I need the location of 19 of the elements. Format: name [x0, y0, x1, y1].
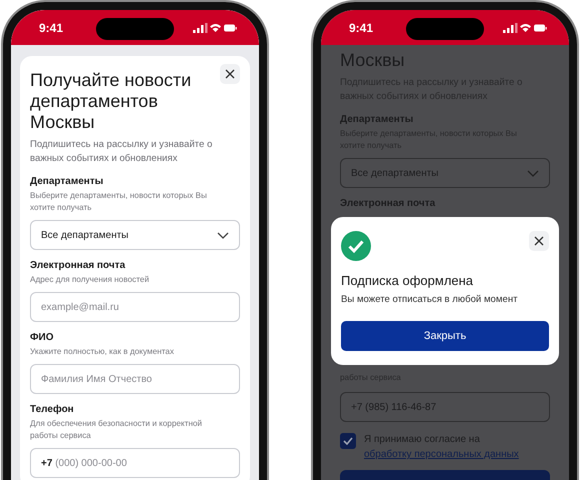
department-select[interactable]: Все департаменты [30, 220, 240, 250]
close-dialog-button[interactable]: Закрыть [341, 321, 549, 351]
dialog-text: Вы можете отписаться в любой момент [341, 294, 519, 305]
field-hint: Выберите департаменты, новости которых Вы хотите получать [30, 190, 208, 214]
field-hint: Адрес для получения новостей [30, 274, 150, 286]
field-label: Электронная почта [30, 260, 126, 271]
field-label: Департаменты [30, 176, 104, 187]
input-field[interactable]: example@mail.ru [30, 292, 240, 322]
dialog-title: Подписка оформлена [341, 273, 474, 288]
input-field[interactable]: Фамилия Имя Отчество [30, 364, 240, 394]
field-label: Телефон [30, 404, 75, 415]
card-subtitle: Подпишитесь на рассылку и узнавайте о важных событиях и обновлениях [30, 138, 214, 166]
phone-field[interactable]: +7 (000) 000-00-00 [30, 448, 240, 478]
field-hint: Для обеспечения безопасности и корректной работы сервиса [30, 418, 204, 442]
field-hint: Укажите полностью, как в документах [30, 346, 175, 358]
field-label: ФИО [30, 332, 55, 343]
card-title: Получайте новости департаментов Москвы [30, 69, 192, 133]
status-time: 9:41 [349, 20, 374, 34]
status-time: 9:41 [39, 20, 64, 34]
